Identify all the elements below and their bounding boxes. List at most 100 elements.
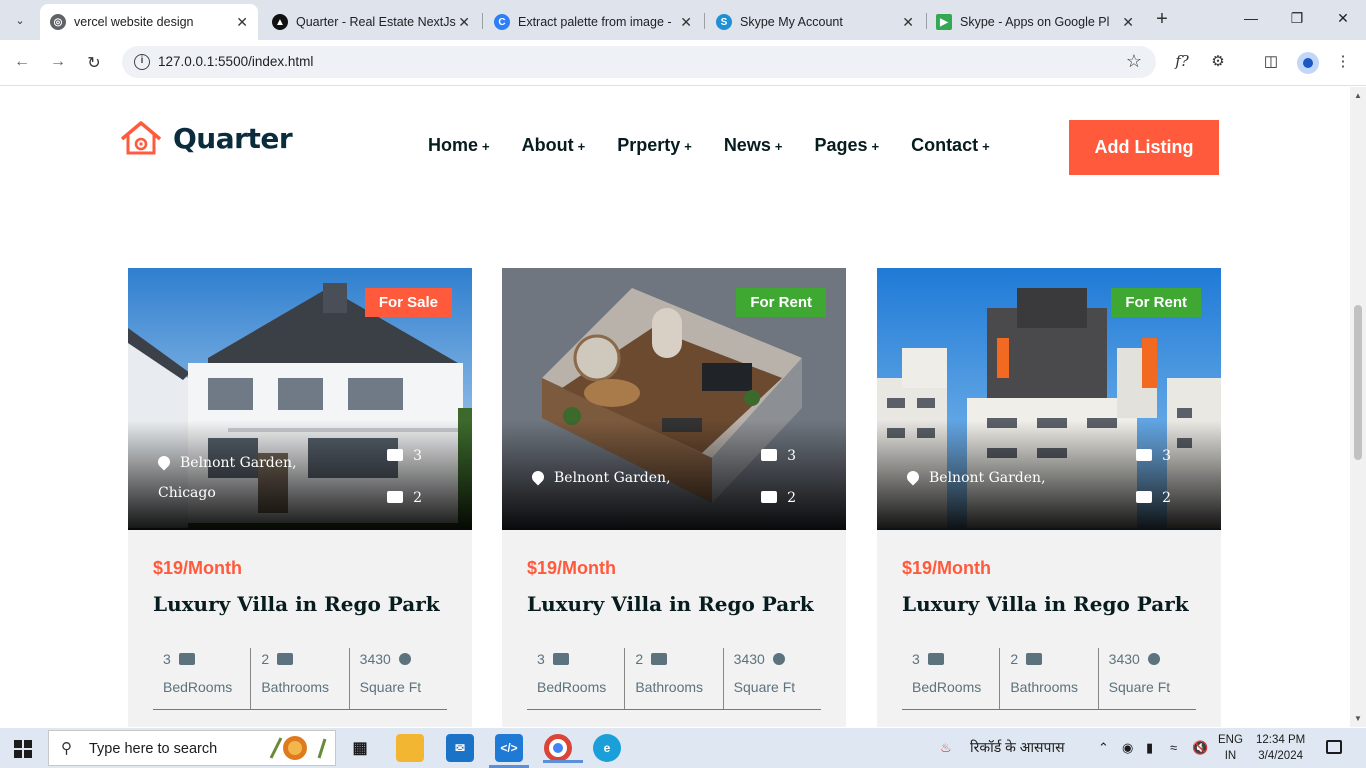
close-tab-icon[interactable]: ✕ <box>458 14 470 31</box>
notification-icon[interactable] <box>1326 740 1342 754</box>
price-label: $19/Month <box>527 558 617 578</box>
url-text[interactable]: 127.0.0.1:5500/index.html <box>158 54 313 69</box>
site-logo[interactable]: Quarter <box>119 120 293 156</box>
play-icon: ▶ <box>936 14 952 30</box>
nav-item-about[interactable]: About + <box>522 135 586 156</box>
scroll-down-arrow-icon[interactable]: ▼ <box>1354 714 1362 723</box>
battery-icon[interactable]: ▮ <box>1146 740 1153 756</box>
map-pin-icon <box>904 468 922 486</box>
scroll-up-arrow-icon[interactable]: ▲ <box>1354 91 1362 100</box>
camera-icon <box>387 449 404 461</box>
triangle-icon: ▲ <box>272 14 288 30</box>
property-card[interactable]: For Rent Belnont Garden, 3 2 $19/Month L… <box>502 268 846 727</box>
camera-icon <box>761 449 778 461</box>
language-indicator[interactable]: ENG IN <box>1218 732 1243 764</box>
edge-icon[interactable]: e <box>593 734 621 762</box>
nav-item-property[interactable]: Prperty + <box>617 135 692 156</box>
taskbar-search-box[interactable]: ⚲ Type here to search <box>48 730 336 766</box>
nav-item-home[interactable]: Home + <box>428 135 490 156</box>
bath-icon <box>1026 653 1043 665</box>
property-card[interactable]: For Sale Belnont Garden, Chicago 3 2 $19/… <box>128 268 472 727</box>
clock[interactable]: 12:34 PM 3/4/2024 <box>1256 732 1305 764</box>
weather-text[interactable]: रिकॉर्ड के आसपास <box>970 738 1065 757</box>
location-label: Belnont Garden, Chicago <box>155 448 297 508</box>
bath-icon <box>651 653 668 665</box>
chrome-icon[interactable] <box>543 734 583 763</box>
reload-icon[interactable]: ↻ <box>84 53 104 73</box>
site-info-icon[interactable]: i <box>134 54 150 70</box>
spec-bathrooms: 2 Bathrooms <box>251 648 350 709</box>
function-extension-icon[interactable]: f? <box>1171 52 1193 70</box>
c-logo-icon: C <box>494 14 510 30</box>
tab-extract-palette[interactable]: C Extract palette from image - ✕ <box>484 4 702 40</box>
close-window-icon[interactable]: ✕ <box>1333 10 1353 27</box>
new-tab-button[interactable]: + <box>1150 8 1174 32</box>
tab-skype-my-account[interactable]: S Skype My Account ✕ <box>706 4 924 40</box>
wifi-icon[interactable]: ≈ <box>1170 740 1177 755</box>
spec-bedrooms: 3 BedRooms <box>902 648 1001 709</box>
map-pin-icon <box>155 453 173 471</box>
windows-taskbar: ⚲ Type here to search ▦ ✉ </> e ♨ रिकॉर्… <box>0 728 1366 768</box>
close-tab-icon[interactable]: ✕ <box>680 14 692 31</box>
menu-dots-icon[interactable]: ⋮ <box>1332 52 1354 70</box>
side-panel-icon[interactable]: ◫ <box>1260 52 1282 70</box>
tab-quarter-real-estate[interactable]: ▲ Quarter - Real Estate NextJs ✕ <box>262 4 480 40</box>
tab-vercel-website-design[interactable]: ◎ vercel website design ✕ <box>40 4 258 40</box>
property-title[interactable]: Luxury Villa in Rego Park <box>527 592 814 616</box>
film-icon <box>1136 491 1153 503</box>
chevron-up-icon[interactable]: ⌃ <box>1098 740 1109 756</box>
area-icon <box>772 653 785 665</box>
camera-icon <box>1136 449 1153 461</box>
bookmark-star-icon[interactable]: ☆ <box>1126 51 1142 72</box>
property-image-interior[interactable]: For Rent Belnont Garden, 3 2 <box>502 268 846 530</box>
close-tab-icon[interactable]: ✕ <box>236 14 248 31</box>
property-title[interactable]: Luxury Villa in Rego Park <box>153 592 440 616</box>
profile-avatar[interactable] <box>1297 52 1319 74</box>
photo-count[interactable]: 3 <box>761 448 796 464</box>
thermometer-icon[interactable]: ♨ <box>940 740 952 756</box>
nav-item-news[interactable]: News + <box>724 135 783 156</box>
tab-skype-google-play[interactable]: ▶ Skype - Apps on Google Play ✕ <box>926 4 1144 40</box>
spec-area: 3430 Square Ft <box>733 651 796 695</box>
minimize-icon[interactable]: — <box>1241 10 1261 26</box>
property-specs: 3 BedRooms 2 Bathrooms 3430 Square Ft <box>153 648 447 710</box>
video-count[interactable]: 2 <box>387 490 422 506</box>
vscode-icon[interactable]: </> <box>489 734 529 768</box>
close-tab-icon[interactable]: ✕ <box>902 14 914 31</box>
forward-arrow-icon[interactable]: → <box>48 53 68 71</box>
video-count[interactable]: 2 <box>761 490 796 506</box>
nav-item-contact[interactable]: Contact + <box>911 135 990 156</box>
photo-count[interactable]: 3 <box>1136 448 1171 464</box>
file-explorer-icon[interactable] <box>396 734 424 762</box>
page-scrollbar[interactable]: ▲ ▼ <box>1350 87 1366 727</box>
volume-muted-icon[interactable]: 🔇 <box>1192 740 1208 756</box>
skype-icon: S <box>716 14 732 30</box>
nav-item-pages[interactable]: Pages + <box>814 135 879 156</box>
bed-icon <box>552 653 569 665</box>
add-listing-button[interactable]: Add Listing <box>1069 120 1219 175</box>
area-icon <box>398 653 411 665</box>
property-card[interactable]: For Rent Belnont Garden, 3 2 $19/Month L… <box>877 268 1221 727</box>
bed-icon <box>927 653 944 665</box>
scrollbar-thumb[interactable] <box>1354 305 1362 460</box>
task-view-icon[interactable]: ▦ <box>346 734 374 762</box>
close-tab-icon[interactable]: ✕ <box>1122 14 1134 31</box>
address-bar[interactable]: i 127.0.0.1:5500/index.html ☆ <box>122 46 1156 78</box>
main-nav: Home + About + Prperty + News + Pages + Conta… <box>428 135 1022 156</box>
extensions-puzzle-icon[interactable]: ⚙ <box>1207 52 1229 70</box>
windows-start-icon[interactable] <box>14 740 32 758</box>
property-image-apartments[interactable]: For Rent Belnont Garden, 3 2 <box>877 268 1221 530</box>
status-badge: For Sale <box>364 288 452 317</box>
property-title[interactable]: Luxury Villa in Rego Park <box>902 592 1189 616</box>
tab-search-button[interactable]: ⌄ <box>8 8 32 32</box>
video-count[interactable]: 2 <box>1136 490 1171 506</box>
meet-now-icon[interactable]: ◉ <box>1122 740 1133 756</box>
restore-icon[interactable]: ❐ <box>1287 10 1307 27</box>
spec-bedrooms: 3 BedRooms <box>527 648 626 709</box>
mail-icon[interactable]: ✉ <box>446 734 474 762</box>
photo-count[interactable]: 3 <box>387 448 422 464</box>
property-image-house[interactable]: For Sale Belnont Garden, Chicago 3 2 <box>128 268 472 530</box>
status-badge: For Rent <box>1111 288 1201 317</box>
browser-tab-strip: ⌄ ◎ vercel website design ✕ ▲ Quarter - … <box>0 0 1366 40</box>
back-arrow-icon[interactable]: ← <box>12 53 32 71</box>
